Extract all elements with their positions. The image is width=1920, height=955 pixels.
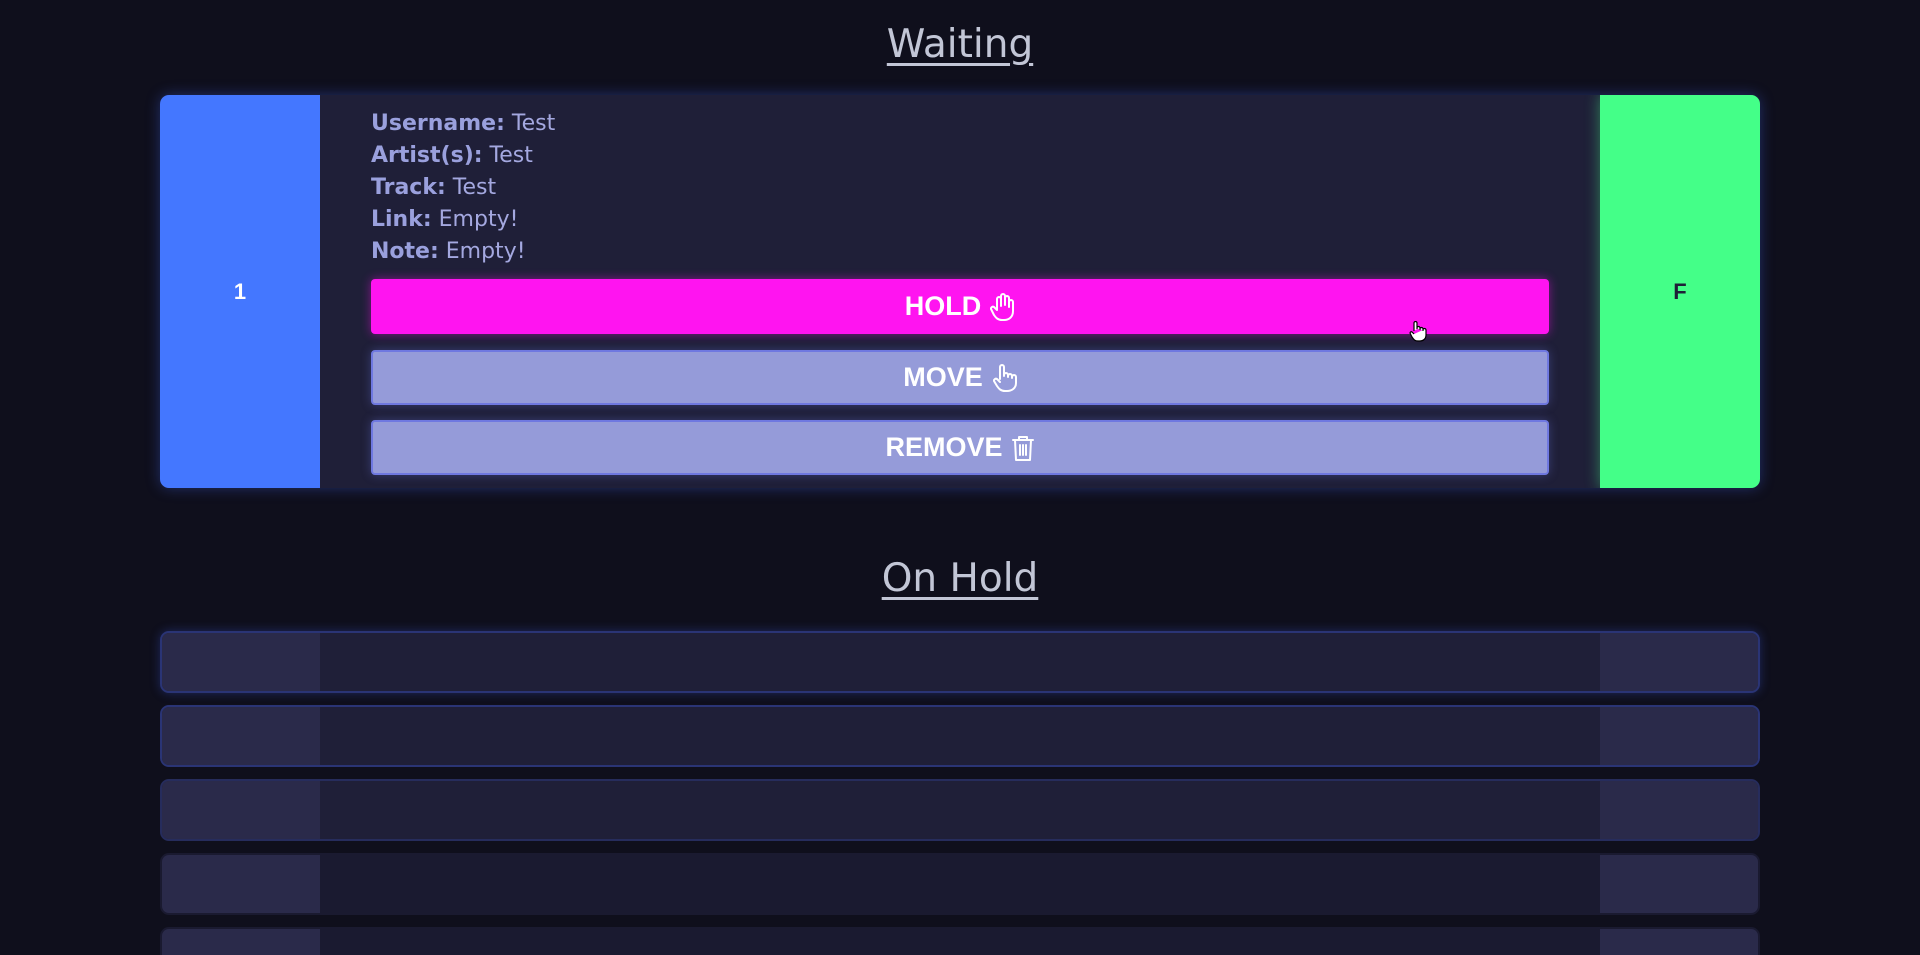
username-label: Username: (371, 111, 505, 136)
waiting-section-title: Waiting (886, 22, 1034, 67)
on-hold-placeholder-row (160, 705, 1760, 767)
mouse-cursor-icon (1409, 320, 1427, 347)
username-row: Username: Test (371, 108, 555, 140)
hold-button[interactable]: HOLD (371, 279, 1549, 334)
queue-position: 1 (160, 95, 320, 488)
hand-pointer-icon (991, 363, 1017, 393)
trash-icon (1011, 434, 1035, 462)
artists-label: Artist(s): (371, 143, 483, 168)
hand-stop-icon (989, 292, 1015, 322)
hold-button-label: HOLD (904, 291, 982, 321)
username-value: Test (511, 111, 556, 136)
artists-value: Test (489, 143, 533, 168)
link-label: Link: (371, 207, 432, 232)
track-value: Test (452, 175, 497, 200)
note-label: Note: (371, 239, 439, 264)
request-tag: F (1600, 95, 1760, 488)
move-button[interactable]: MOVE (371, 350, 1549, 405)
remove-button[interactable]: REMOVE (371, 420, 1549, 475)
on-hold-placeholder-row (160, 927, 1760, 955)
on-hold-placeholder-row (160, 853, 1760, 915)
link-row: Link: Empty! (371, 204, 555, 236)
waiting-queue-card: 1 Username: Test Artist(s): Test Track: … (160, 95, 1760, 488)
request-info: Username: Test Artist(s): Test Track: Te… (371, 108, 555, 268)
on-hold-section-title: On Hold (881, 556, 1039, 601)
queue-page: Waiting 1 Username: Test Artist(s): Test… (0, 0, 1920, 955)
track-label: Track: (371, 175, 446, 200)
note-value: Empty! (445, 239, 526, 264)
remove-button-label: REMOVE (885, 432, 1003, 462)
track-row: Track: Test (371, 172, 555, 204)
move-button-label: MOVE (903, 362, 983, 392)
note-row: Note: Empty! (371, 236, 555, 268)
on-hold-placeholder-row (160, 631, 1760, 693)
artists-row: Artist(s): Test (371, 140, 555, 172)
link-value: Empty! (438, 207, 519, 232)
on-hold-placeholder-row (160, 779, 1760, 841)
